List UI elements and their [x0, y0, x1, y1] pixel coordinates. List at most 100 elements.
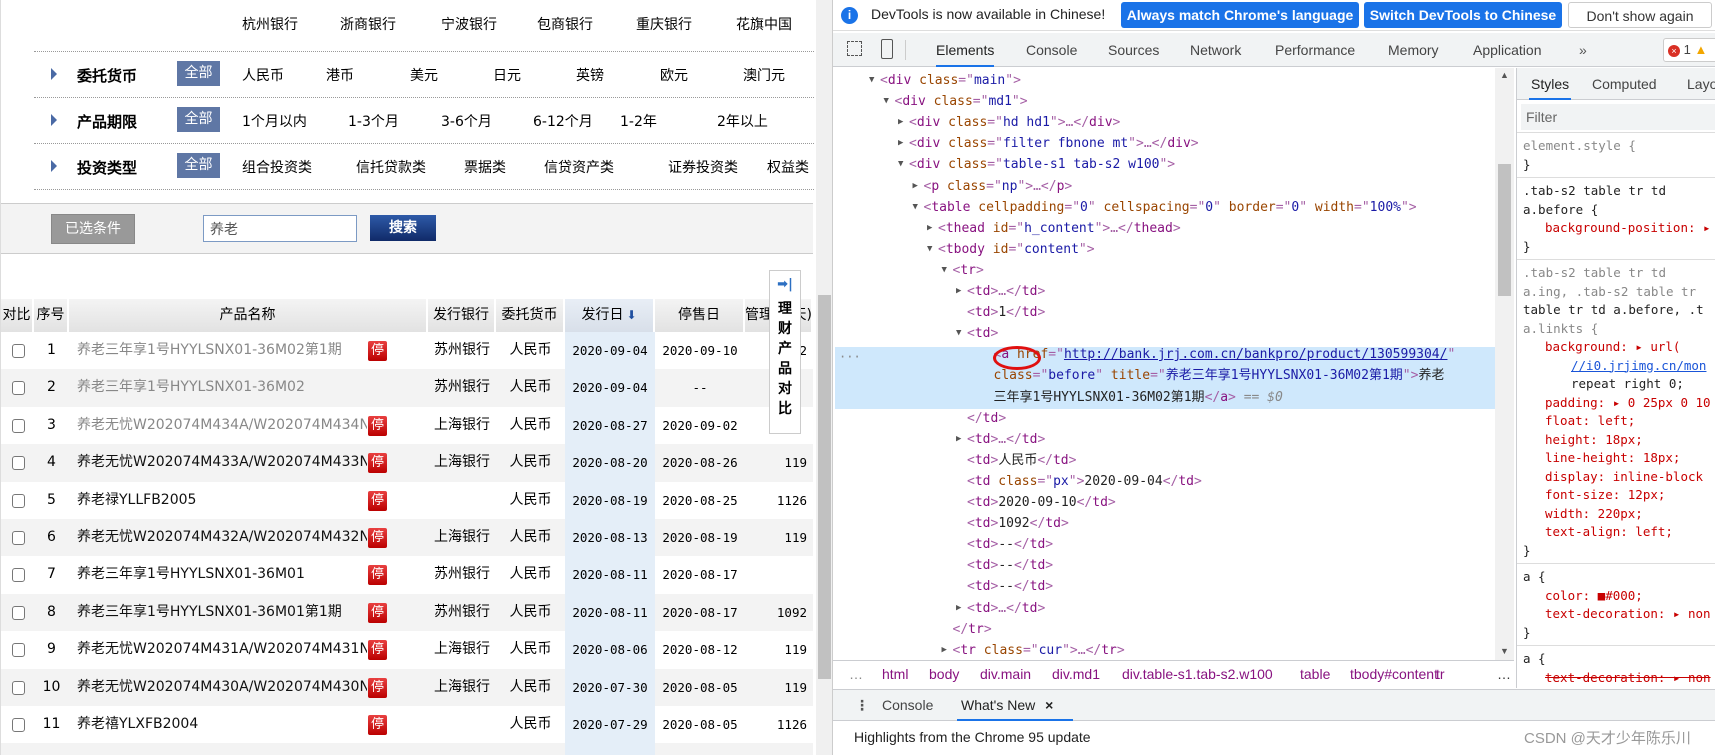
breadcrumb-item[interactable]: tbody#content: [1350, 661, 1438, 688]
dom-node-line[interactable]: ▼ <div class="md1">: [833, 91, 1495, 112]
expand-arrow-down-icon[interactable]: ▼: [898, 154, 903, 175]
breadcrumb-item[interactable]: table: [1300, 661, 1330, 688]
elements-tree[interactable]: ··· ▼ <div class="main"> ▼ <div class="md1"…: [833, 68, 1495, 660]
breadcrumb-item[interactable]: tr: [1436, 661, 1445, 688]
filter-option[interactable]: 人民币: [242, 65, 284, 85]
scrollbar-thumb[interactable]: [818, 295, 831, 679]
dom-node-line[interactable]: ▶ <td>…</td>: [833, 598, 1495, 619]
css-declaration[interactable]: background-position: ▸: [1523, 219, 1715, 238]
breadcrumb-item[interactable]: div.md1: [1052, 661, 1100, 688]
filter-option[interactable]: 信托贷款类: [356, 157, 426, 177]
tab-application[interactable]: Application: [1473, 33, 1542, 67]
product-name-link[interactable]: 养老三年享1号HYYLSNX01-36M02第1期: [77, 332, 367, 369]
expand-arrow-down-icon[interactable]: ▼: [956, 323, 961, 344]
filter-option[interactable]: 澳门元: [743, 65, 785, 85]
dom-node-line[interactable]: class="before" title="养老三年享1号HYYLSNX01-3…: [833, 365, 1495, 386]
expand-arrow-down-icon[interactable]: ▼: [884, 91, 889, 112]
filter-option[interactable]: 美元: [410, 65, 438, 85]
filter-all-button[interactable]: 全部: [177, 153, 220, 178]
product-name-link[interactable]: 养老无忧W202074M433A/W202074M433N: [77, 444, 367, 481]
css-declaration[interactable]: width: 220px;: [1523, 505, 1715, 524]
product-name-link[interactable]: 养老三年享1号HYYLSNX01-36M02: [77, 369, 367, 406]
tab-elements[interactable]: Elements: [936, 33, 995, 67]
filter-option[interactable]: 2年以上: [717, 111, 768, 131]
css-declaration[interactable]: text-decoration: ▸ non: [1523, 605, 1715, 624]
css-declaration[interactable]: color: ■#000;: [1523, 587, 1715, 606]
dom-node-line[interactable]: <td>--</td>: [833, 555, 1495, 576]
search-input[interactable]: [203, 215, 357, 242]
breadcrumb-item[interactable]: div.main: [980, 661, 1031, 688]
expand-arrow-down-icon[interactable]: ▼: [869, 70, 874, 91]
product-name-link[interactable]: 养老禧YLXFB2004: [77, 706, 367, 743]
dom-node-line[interactable]: ▶ <td>…</td>: [833, 281, 1495, 302]
breadcrumb-item[interactable]: html: [882, 661, 908, 688]
dont-show-again-button[interactable]: Don't show again: [1568, 2, 1712, 28]
elements-scrollbar[interactable]: ▲ ▼: [1495, 68, 1514, 660]
product-name-link[interactable]: 养老无忧W202074M431A/W202074M431N: [77, 631, 367, 668]
dom-node-line[interactable]: ▶ <thead id="h_content">…</thead>: [833, 218, 1495, 239]
drawer-tab-whats-new[interactable]: What's New ×: [957, 690, 1073, 721]
product-name-link[interactable]: 养老无忧W202074M432A/W202074M432N: [77, 519, 367, 556]
filter-option[interactable]: 1个月以内: [242, 111, 307, 131]
filter-option[interactable]: 组合投资类: [242, 157, 312, 177]
filter-option[interactable]: 权益类: [767, 157, 809, 177]
tab-sources[interactable]: Sources: [1108, 33, 1159, 67]
expand-arrow-right-icon[interactable]: ▶: [956, 429, 961, 450]
dom-node-line[interactable]: </td>: [833, 408, 1495, 429]
bank-option[interactable]: 宁波银行: [441, 14, 497, 34]
collapse-arrow-icon[interactable]: ➡|: [770, 277, 800, 299]
filter-option[interactable]: 证券投资类: [668, 157, 738, 177]
filter-option[interactable]: 港币: [326, 65, 354, 85]
expand-arrow-right-icon[interactable]: ▶: [942, 640, 947, 660]
switch-to-chinese-button[interactable]: Switch DevTools to Chinese: [1364, 2, 1562, 28]
dom-node-line[interactable]: <td>人民币</td>: [833, 450, 1495, 471]
bank-option[interactable]: 浙商银行: [340, 14, 396, 34]
css-declaration[interactable]: background: ▸ url(: [1523, 338, 1715, 357]
dom-node-line[interactable]: </tr>: [833, 619, 1495, 640]
href-link[interactable]: http://bank.jrj.com.cn/bankpro/product/1…: [1064, 347, 1448, 362]
dom-node-line[interactable]: ▶ <p class="np">…</p>: [833, 176, 1495, 197]
search-button[interactable]: 搜索: [370, 215, 436, 241]
filter-option[interactable]: 票据类: [464, 157, 506, 177]
always-match-language-button[interactable]: Always match Chrome's language: [1121, 2, 1359, 28]
compare-checkbox[interactable]: [12, 418, 25, 433]
css-url-link[interactable]: //i0.jrjimg.cn/mon: [1523, 357, 1715, 376]
filter-option[interactable]: 1-2年: [620, 111, 657, 131]
filter-option[interactable]: 3-6个月: [441, 111, 492, 131]
filter-option[interactable]: 欧元: [660, 65, 688, 85]
column-header[interactable]: 停售日: [655, 299, 745, 332]
expand-arrow-right-icon[interactable]: ▶: [898, 133, 903, 154]
filter-option[interactable]: 1-3个月: [348, 111, 399, 131]
dom-node-line[interactable]: <td>1092</td>: [833, 513, 1495, 534]
compare-checkbox[interactable]: [12, 605, 25, 620]
compare-checkbox[interactable]: [12, 643, 25, 658]
dom-node-line[interactable]: ▼ <div class="main">: [833, 70, 1495, 91]
breadcrumb-overflow-left[interactable]: …: [849, 661, 863, 688]
styles-tab-styles[interactable]: Styles: [1529, 68, 1572, 100]
product-name-link[interactable]: 养老三年享1号HYYLSNX01-36M01: [77, 556, 367, 593]
css-declaration[interactable]: display: inline-block: [1523, 468, 1715, 487]
dom-node-line[interactable]: <td>--</td>: [833, 534, 1495, 555]
css-declaration[interactable]: float: left;: [1523, 412, 1715, 431]
compare-checkbox[interactable]: [12, 381, 25, 396]
css-declaration[interactable]: text-decoration: ▸ non: [1523, 669, 1715, 688]
styles-tab-layo[interactable]: Layo: [1687, 68, 1715, 100]
breadcrumb-item[interactable]: div.table-s1.tab-s2.w100: [1122, 661, 1273, 688]
expand-arrow-down-icon[interactable]: ▼: [913, 197, 918, 218]
css-declaration[interactable]: text-align: left;: [1523, 523, 1715, 542]
compare-checkbox[interactable]: [12, 680, 25, 695]
dom-node-line[interactable]: <td>1</td>: [833, 302, 1495, 323]
drawer-menu-icon[interactable]: ⋮: [855, 690, 869, 720]
filter-option[interactable]: 6-12个月: [533, 111, 593, 131]
css-declaration[interactable]: height: 18px;: [1523, 431, 1715, 450]
dom-node-line[interactable]: ▶ <tr class="cur">…</tr>: [833, 640, 1495, 660]
device-toolbar-icon[interactable]: [881, 39, 893, 59]
dom-node-line[interactable]: ▼ <td>: [833, 323, 1495, 344]
expand-arrow-right-icon[interactable]: ▶: [927, 218, 932, 239]
styles-tab-computed[interactable]: Computed: [1592, 68, 1657, 100]
bank-option[interactable]: 杭州银行: [242, 14, 298, 34]
product-name-link[interactable]: 养老无忧W202074M434A/W202074M434N: [77, 407, 367, 444]
breadcrumb-overflow-right[interactable]: …: [1497, 661, 1511, 688]
scrollbar-thumb[interactable]: [1498, 164, 1511, 296]
error-counter[interactable]: × 1 ▲: [1663, 38, 1715, 62]
